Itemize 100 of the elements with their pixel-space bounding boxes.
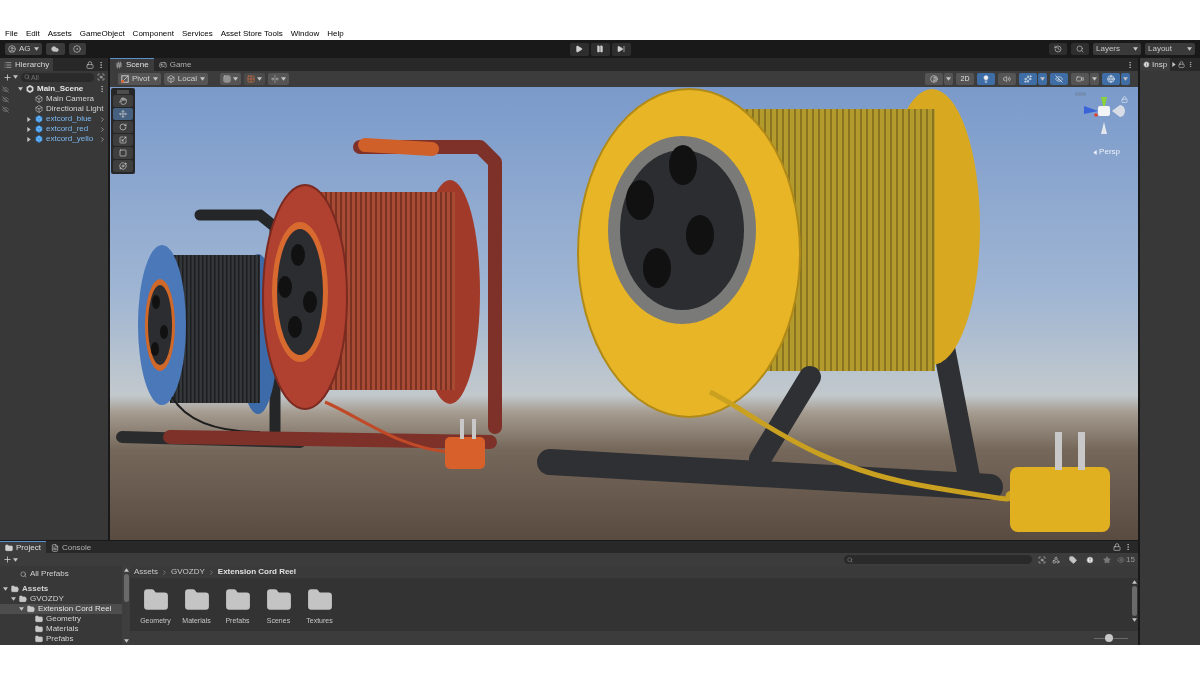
tool-button[interactable] <box>113 95 133 107</box>
pause-button[interactable] <box>590 42 610 56</box>
add-button[interactable] <box>3 555 18 564</box>
menu-item[interactable]: Assets <box>47 28 72 40</box>
caret-icon[interactable] <box>123 639 129 643</box>
scan-icon[interactable] <box>1038 555 1047 564</box>
tree-item[interactable]: Geometry <box>0 614 122 624</box>
hierarchy-item[interactable]: Directional Light <box>0 104 108 114</box>
zoom-slider[interactable] <box>1094 634 1128 642</box>
breadcrumb-item[interactable]: Extension Cord Reel <box>217 566 297 578</box>
cube-icon <box>35 125 43 133</box>
caret-icon[interactable] <box>1172 62 1177 67</box>
caret-icon[interactable] <box>11 597 16 601</box>
view-toggle[interactable] <box>1050 73 1068 85</box>
view-toggle[interactable] <box>998 73 1016 85</box>
caret-icon[interactable] <box>27 126 31 132</box>
increment-snap-dropdown[interactable] <box>267 73 289 85</box>
search-field[interactable] <box>844 555 1033 564</box>
panel-tab[interactable]: Insp <box>1140 58 1171 71</box>
view-toggle[interactable] <box>1071 73 1089 85</box>
view-toggle[interactable] <box>1019 73 1037 85</box>
lock-icon[interactable] <box>1113 543 1121 551</box>
dropdown-button[interactable] <box>944 73 953 85</box>
panel-tab[interactable]: Hierarchy <box>0 58 54 71</box>
more-icon[interactable] <box>1126 60 1134 69</box>
search-button[interactable] <box>1071 43 1089 55</box>
hierarchy-item[interactable]: extcord_yello <box>0 134 108 144</box>
tool-button[interactable] <box>113 160 133 172</box>
grid-snap-dropdown[interactable] <box>219 73 241 85</box>
menu-item[interactable]: File <box>5 28 18 40</box>
step-button[interactable] <box>611 42 631 56</box>
view-toggle[interactable] <box>977 73 995 85</box>
cloud-button[interactable] <box>45 43 65 55</box>
hidden-packages-toggle[interactable]: 15 <box>1117 554 1135 565</box>
play-button[interactable] <box>569 42 589 56</box>
view-toggle[interactable] <box>925 73 943 85</box>
tool-button[interactable] <box>113 121 133 133</box>
more-icon[interactable] <box>97 60 105 69</box>
lock-icon[interactable] <box>86 60 94 69</box>
caret-icon[interactable] <box>18 87 23 91</box>
add-button[interactable] <box>3 72 18 82</box>
breadcrumb-item[interactable]: GVOZDY <box>171 566 205 578</box>
step-icon <box>617 45 625 53</box>
pivot-dropdown[interactable]: Pivot <box>118 73 161 85</box>
tree-item[interactable]: Assets <box>0 584 122 594</box>
history-button[interactable] <box>1049 43 1067 55</box>
menu-item[interactable]: Asset Store Tools <box>220 28 283 40</box>
menu-item[interactable]: GameObject <box>79 28 125 40</box>
globe-icon <box>1107 75 1115 83</box>
tool-button[interactable] <box>113 147 133 159</box>
lock-icon[interactable] <box>1178 61 1186 68</box>
hierarchy-item[interactable]: Main Camera <box>0 94 108 104</box>
scan-icon[interactable] <box>97 73 105 81</box>
dropdown-button[interactable] <box>1121 73 1130 85</box>
tree-item[interactable]: Prefabs <box>0 634 122 644</box>
tree-item[interactable]: GVOZDY <box>0 594 122 604</box>
view-toggle[interactable] <box>1102 73 1120 85</box>
dropdown-button[interactable] <box>1038 73 1047 85</box>
panel-tab[interactable]: Scene <box>110 58 154 71</box>
menu-item[interactable]: Services <box>181 28 213 40</box>
hierarchy-item[interactable]: Main_Scene <box>0 84 108 94</box>
dropdown-button[interactable] <box>1090 73 1099 85</box>
favorite-item[interactable]: All Prefabs <box>0 569 122 579</box>
menu-item[interactable]: Window <box>290 28 320 40</box>
tree-item[interactable]: Extension Cord Reel <box>0 604 122 614</box>
tree-item[interactable]: Materials <box>0 624 122 634</box>
caret-icon[interactable] <box>123 568 129 572</box>
more-icon[interactable] <box>98 85 106 93</box>
menu-item[interactable]: Help <box>327 28 344 40</box>
menu-item[interactable]: Component <box>132 28 174 40</box>
panel-tab[interactable]: Project <box>0 541 46 553</box>
scrollbar-thumb[interactable] <box>1132 586 1137 616</box>
layout-dropdown[interactable]: Layout <box>1145 43 1195 55</box>
account-dropdown[interactable]: AG <box>5 43 42 55</box>
caret-icon[interactable] <box>19 607 24 611</box>
axis-gizmo-icon[interactable] <box>1082 96 1126 136</box>
menu-item[interactable]: Edit <box>25 28 40 40</box>
space-dropdown[interactable]: Local <box>163 73 208 85</box>
cube-icon <box>35 105 43 113</box>
more-icon[interactable] <box>1124 543 1132 551</box>
hierarchy-item[interactable]: extcord_red <box>0 124 108 134</box>
eye-off-icon <box>1055 75 1063 83</box>
breadcrumb-item[interactable]: Assets <box>134 566 158 578</box>
caret-icon[interactable] <box>1132 580 1137 584</box>
caret-icon[interactable] <box>3 587 8 591</box>
layers-dropdown[interactable]: Layers <box>1093 43 1141 55</box>
caret-icon[interactable] <box>27 136 31 142</box>
caret-icon[interactable] <box>1132 618 1137 622</box>
snap-dropdown[interactable] <box>243 73 265 85</box>
hierarchy-item[interactable]: extcord_blue <box>0 114 108 124</box>
collab-button[interactable] <box>68 43 86 55</box>
chevron-icon <box>207 568 215 576</box>
scrollbar-thumb[interactable] <box>123 574 129 602</box>
tool-button[interactable] <box>113 134 133 146</box>
slider-thumb[interactable] <box>1105 634 1114 642</box>
light-bulb-icon <box>982 75 990 83</box>
tool-button[interactable] <box>113 108 133 120</box>
scrollbar[interactable] <box>122 566 130 645</box>
speaker-icon <box>1003 75 1011 83</box>
caret-icon[interactable] <box>27 116 31 122</box>
